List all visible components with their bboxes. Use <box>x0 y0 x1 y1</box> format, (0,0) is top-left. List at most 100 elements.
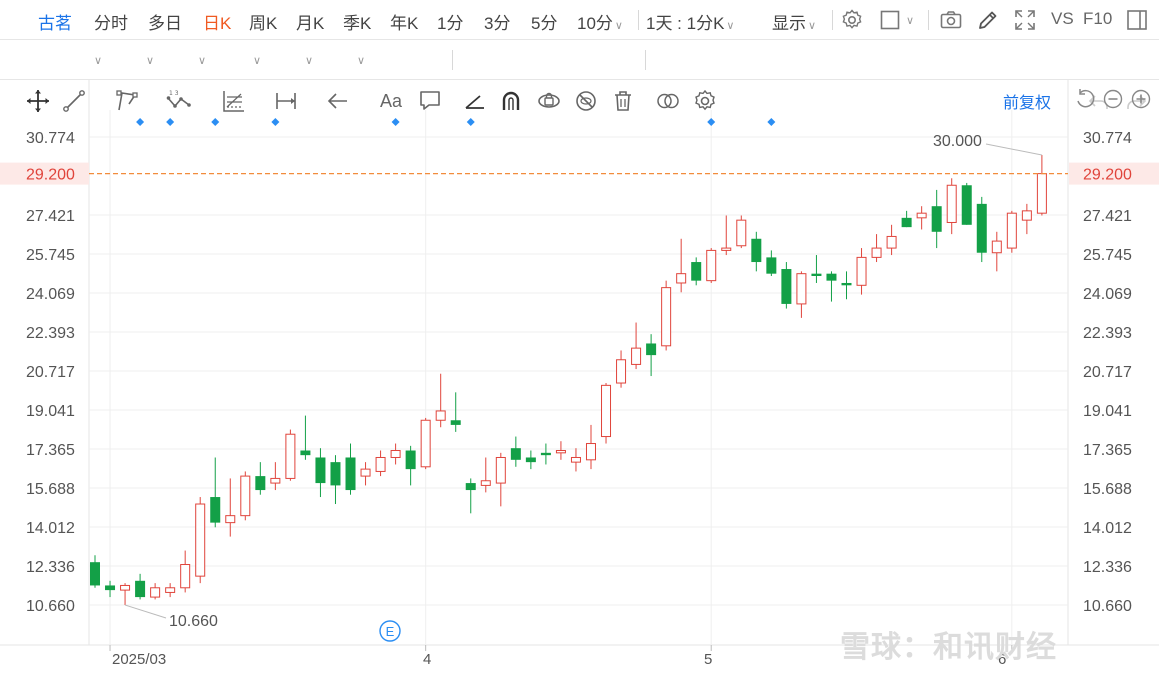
candle-body <box>991 240 1002 254</box>
candle-down <box>901 210 912 228</box>
candle-body <box>751 238 762 263</box>
tab-weekly-k[interactable]: 周K <box>249 9 277 34</box>
event-markers <box>136 118 776 126</box>
tab-monthly-k[interactable]: 月K <box>296 9 324 34</box>
divider <box>638 10 639 30</box>
y-tick-label: 27.421 <box>26 208 75 225</box>
candle-body <box>555 450 566 454</box>
candle-up <box>180 550 191 593</box>
y-tick-label: 29.200 <box>26 167 75 184</box>
candle-body <box>736 219 747 247</box>
y-tick-label: 15.688 <box>26 481 75 498</box>
candle-down <box>961 182 972 225</box>
candle-up <box>736 215 747 249</box>
candle-body <box>1036 173 1047 214</box>
tab-10min-dropdown[interactable]: 10分 ∨ <box>577 9 623 34</box>
max-price-label: 30.000 <box>933 133 982 150</box>
multi-period-dropdown[interactable]: 1天 : 1分K ∨ <box>646 9 734 34</box>
x-tick-label: 5 <box>704 651 712 668</box>
y-tick-label: 29.200 <box>1083 167 1132 184</box>
candle-body <box>916 212 927 219</box>
divider <box>452 50 453 70</box>
candle-body <box>811 273 822 276</box>
tab-3min[interactable]: 3分 <box>484 9 510 34</box>
y-tick-label: 19.041 <box>26 403 75 420</box>
chevron-down-icon[interactable]: ∨ <box>906 14 914 27</box>
candle-body <box>781 269 792 304</box>
candle-body <box>120 584 131 591</box>
tab-1min[interactable]: 1分 <box>437 9 463 34</box>
chevron-down-icon[interactable]: ∨ <box>357 54 365 67</box>
candle-down <box>210 457 221 528</box>
event-diamond <box>211 118 220 126</box>
candle-down <box>781 262 792 309</box>
candle-up <box>570 448 581 472</box>
candle-body <box>225 515 236 524</box>
tab-quarterly-k[interactable]: 季K <box>343 9 371 34</box>
candle-body <box>601 384 612 438</box>
candle-body <box>315 457 326 484</box>
candle-down <box>525 450 536 470</box>
fullscreen-icon[interactable] <box>1013 8 1037 32</box>
candle-body <box>285 433 296 479</box>
chevron-down-icon[interactable]: ∨ <box>94 54 102 67</box>
f10-button[interactable]: F10 <box>1083 9 1112 29</box>
candle-body <box>721 247 732 251</box>
candle-body <box>661 287 672 347</box>
min-price-label: 10.660 <box>169 613 218 630</box>
y-tick-label: 14.012 <box>26 520 75 537</box>
chevron-down-icon[interactable]: ∨ <box>253 54 261 67</box>
min-annotation-line <box>124 604 167 619</box>
candle-up <box>1021 203 1032 235</box>
drawing-toolbar: ∨ ∨ 1 3 ∨ ∨ ∨ ∨ Aa <box>0 40 1159 112</box>
display-dropdown[interactable]: 显示 ∨ <box>772 9 816 34</box>
chevron-down-icon[interactable]: ∨ <box>198 54 206 67</box>
vs-compare-button[interactable]: VS <box>1051 9 1074 29</box>
candle-body <box>495 456 506 484</box>
candle-body <box>540 452 551 456</box>
candle-up <box>390 443 401 465</box>
candle-down <box>135 573 146 600</box>
y-tick-label: 30.774 <box>1083 130 1132 147</box>
checkbox-dropdown-icon[interactable] <box>879 8 903 32</box>
chevron-down-icon[interactable]: ∨ <box>146 54 154 67</box>
candle-body <box>240 475 251 517</box>
candle-body <box>450 420 461 425</box>
tab-5min[interactable]: 5分 <box>531 9 557 34</box>
candle-body <box>150 587 161 598</box>
y-tick-label: 20.717 <box>26 364 75 381</box>
y-tick-label: 19.041 <box>1083 403 1132 420</box>
tab-fenshi[interactable]: 分时 <box>94 9 128 34</box>
stock-name[interactable]: 古茗 <box>38 9 72 34</box>
pencil-icon[interactable] <box>976 8 1000 32</box>
settings-gear-icon[interactable] <box>840 8 864 32</box>
candle-body <box>525 457 536 463</box>
period-toolbar: 古茗 分时 多日 日K 周K 月K 季K 年K 1分 3分 5分 10分 ∨ 1天… <box>0 0 1159 40</box>
candle-body <box>420 419 431 468</box>
chevron-down-icon[interactable]: ∨ <box>305 54 313 67</box>
tab-yearly-k[interactable]: 年K <box>390 9 418 34</box>
candle-body <box>570 456 581 463</box>
y-tick-label: 22.393 <box>26 325 75 342</box>
candle-body <box>886 235 897 249</box>
candle-body <box>631 347 642 365</box>
candle-down <box>345 443 356 495</box>
candle-body <box>706 249 717 282</box>
candlestick-chart[interactable]: 30.774 29.200 27.421 25.745 24.069 22.393 20.7… <box>0 80 1159 678</box>
candle-up <box>285 429 296 481</box>
candle-up <box>375 450 386 477</box>
candle-up <box>631 322 642 370</box>
camera-icon[interactable] <box>939 8 963 32</box>
candle-down <box>811 255 822 283</box>
candle-down <box>646 334 657 377</box>
candle-body <box>330 462 341 486</box>
tab-duori[interactable]: 多日 <box>148 9 182 34</box>
candle-body <box>165 587 176 593</box>
candle-down <box>330 455 341 505</box>
divider <box>645 50 646 70</box>
candle-up <box>721 215 732 256</box>
x-tick-label: 4 <box>423 651 431 668</box>
candle-body <box>931 206 942 232</box>
sidebar-toggle-icon[interactable] <box>1125 8 1149 32</box>
tab-daily-k[interactable]: 日K <box>203 9 231 34</box>
